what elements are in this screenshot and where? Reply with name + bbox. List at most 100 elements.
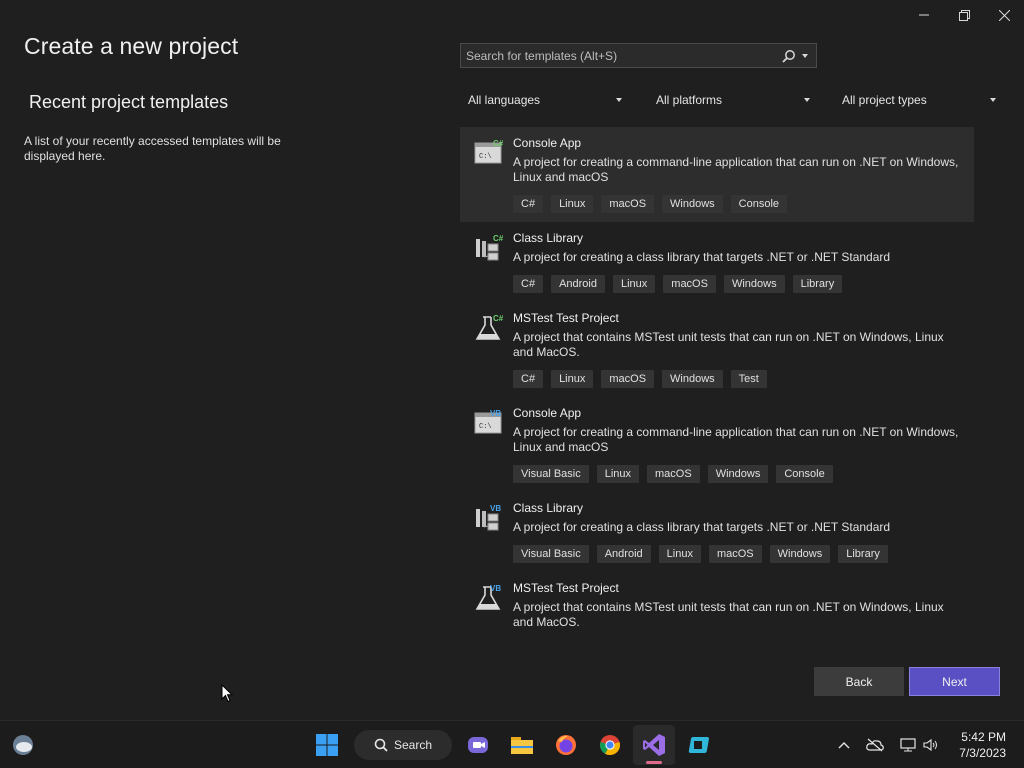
template-description: A project for creating a command-line ap… <box>513 155 959 184</box>
minimize-button[interactable] <box>904 0 944 30</box>
template-tag: Library <box>838 545 888 563</box>
template-tags: C# Linux macOS Windows Test <box>513 370 964 388</box>
system-clock[interactable]: 5:42 PM 7/3/2023 <box>959 729 1006 761</box>
template-description: A project for creating a class library t… <box>513 520 891 534</box>
chevron-down-icon <box>616 98 622 102</box>
template-item[interactable]: C:\ C# Console App A project for creating a… <box>460 127 974 222</box>
mouse-cursor-icon <box>221 684 233 703</box>
restore-button[interactable] <box>944 0 984 30</box>
template-tag: Linux <box>596 465 640 483</box>
mstest-csharp-icon: C# <box>474 313 504 343</box>
volume-control[interactable] <box>922 736 940 754</box>
file-explorer-icon <box>511 737 533 754</box>
class-library-vb-icon: VB <box>474 503 504 533</box>
template-tag: Library <box>792 275 843 293</box>
svg-text:C:\: C:\ <box>479 423 492 431</box>
next-button[interactable]: Next <box>909 667 1000 696</box>
remote-desktop-icon <box>688 737 709 753</box>
svg-text:VB: VB <box>490 584 501 593</box>
chrome-app[interactable] <box>595 730 625 760</box>
search-icon[interactable] <box>776 45 802 67</box>
template-list: C:\ C# Console App A project for creating a… <box>460 127 974 637</box>
template-tag: Windows <box>662 195 723 213</box>
platform-filter-value: All platforms <box>656 93 723 107</box>
template-search-input[interactable] <box>461 48 776 63</box>
console-app-vb-icon: C:\ VB <box>474 408 504 438</box>
template-item[interactable]: VB Class Library A project for creating a … <box>460 492 974 572</box>
template-tag: Test <box>730 370 767 388</box>
active-app-indicator <box>646 761 662 764</box>
template-item[interactable]: C# MSTest Test Project A project that cont… <box>460 302 974 397</box>
window-controls <box>904 0 1024 30</box>
chevron-up-icon <box>838 742 850 749</box>
template-name: Class Library <box>513 501 584 515</box>
language-filter[interactable]: All languages <box>462 88 628 112</box>
template-tag: macOS <box>647 465 700 483</box>
platform-filter[interactable]: All platforms <box>650 88 816 112</box>
template-tags: C# Android Linux macOS Windows Library <box>513 275 964 293</box>
svg-text:VB: VB <box>490 504 501 513</box>
template-description: A project that contains MSTest unit test… <box>513 330 944 359</box>
template-tag: Android <box>596 545 651 563</box>
template-tag: macOS <box>663 275 716 293</box>
show-hidden-icons[interactable] <box>835 736 853 754</box>
svg-text:C#: C# <box>493 314 504 323</box>
template-item[interactable]: C# Class Library A project for creating a … <box>460 222 974 302</box>
template-tags: C# Linux macOS Windows Console <box>513 195 964 213</box>
template-tag: C# <box>513 275 544 293</box>
minimize-icon <box>919 14 929 16</box>
template-name: Console App <box>513 406 582 420</box>
onedrive-offline-icon <box>866 738 884 752</box>
remote-desktop-app[interactable] <box>683 730 713 760</box>
back-button[interactable]: Back <box>814 667 904 696</box>
template-name: Class Library <box>513 231 584 245</box>
chevron-down-icon <box>990 98 996 102</box>
template-tag: Console <box>730 195 788 213</box>
taskbar-search[interactable]: Search <box>354 730 452 760</box>
project-type-filter[interactable]: All project types <box>836 88 1002 112</box>
template-name: MSTest Test Project <box>513 581 619 595</box>
svg-text:C#: C# <box>493 234 504 243</box>
template-tag: Visual Basic <box>513 545 589 563</box>
template-name: MSTest Test Project <box>513 311 619 325</box>
language-filter-value: All languages <box>468 93 541 107</box>
teams-chat-app[interactable] <box>463 730 493 760</box>
class-library-csharp-icon: C# <box>474 233 504 263</box>
visual-studio-app[interactable] <box>639 730 669 760</box>
windows-start-icon <box>316 734 338 756</box>
console-app-csharp-icon: C:\ C# <box>474 138 504 168</box>
onedrive-status[interactable] <box>866 736 884 754</box>
network-icon <box>900 738 916 752</box>
template-tag: Windows <box>769 545 831 563</box>
project-type-filter-value: All project types <box>842 93 927 107</box>
create-project-window: Create a new project Recent project temp… <box>0 0 1024 720</box>
firefox-app[interactable] <box>551 730 581 760</box>
search-options-chevron-icon[interactable] <box>802 45 812 67</box>
template-item[interactable]: VB MSTest Test Project A project that cont… <box>460 572 974 637</box>
close-button[interactable] <box>984 0 1024 30</box>
template-tag: Visual Basic <box>513 465 589 483</box>
template-tag: macOS <box>601 370 655 388</box>
mstest-vb-icon: VB <box>474 583 504 613</box>
template-tags: Visual Basic Linux macOS Windows Console <box>513 465 964 483</box>
firefox-icon <box>556 735 576 755</box>
template-name: Console App <box>513 136 582 150</box>
restore-icon <box>958 9 970 21</box>
teams-chat-icon <box>468 737 488 753</box>
template-search <box>460 43 817 68</box>
weather-widget[interactable] <box>8 730 38 760</box>
template-tag: C# <box>513 370 544 388</box>
template-tag: Linux <box>551 370 594 388</box>
speaker-icon <box>923 738 937 752</box>
recent-templates-heading: Recent project templates <box>29 92 229 112</box>
file-explorer-app[interactable] <box>507 730 537 760</box>
template-tag: Linux <box>658 545 701 563</box>
svg-text:C:\: C:\ <box>479 153 492 161</box>
template-tag: Windows <box>723 275 785 293</box>
start-button[interactable] <box>312 730 342 760</box>
network-status[interactable] <box>899 736 917 754</box>
template-tag: C# <box>513 195 544 213</box>
template-tags: Visual Basic Android Linux macOS Windows Libr… <box>513 545 964 563</box>
clock-time: 5:42 PM <box>961 730 1006 744</box>
template-item[interactable]: C:\ VB Console App A project for creating a… <box>460 397 974 492</box>
